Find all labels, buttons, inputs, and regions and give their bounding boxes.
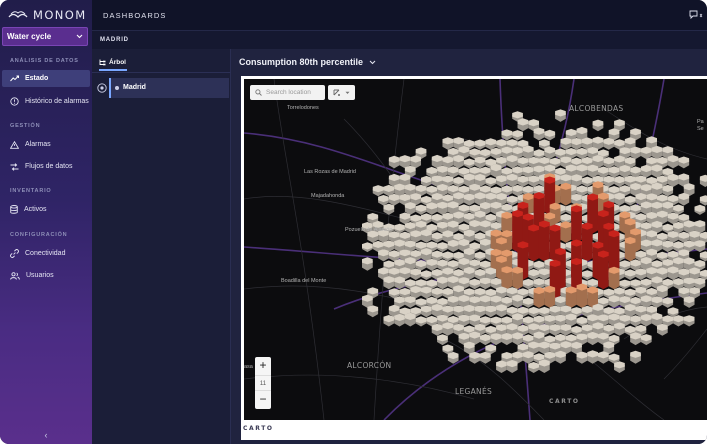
draw-tool-button[interactable] <box>328 85 355 100</box>
tree-node-madrid[interactable]: Madrid <box>97 78 229 98</box>
search-input[interactable] <box>266 89 322 96</box>
target-icon[interactable] <box>97 83 107 93</box>
sidebar-item-estado[interactable]: Estado <box>2 70 90 87</box>
breadcrumb[interactable]: MADRID <box>100 37 129 43</box>
chat-icon[interactable] <box>689 10 703 20</box>
zoom-in-button[interactable]: + <box>255 357 271 374</box>
map-label-partial: asa <box>244 364 253 370</box>
chevron-down-icon <box>76 34 83 39</box>
tree-icon <box>99 59 106 65</box>
tree-node-label: Madrid <box>123 84 146 91</box>
section-title-gestion: GESTIÓN <box>10 123 41 129</box>
section-title-analisis: ANÁLISIS DE DATOS <box>10 58 79 64</box>
sidebar: MONOM Water cycle ANÁLISIS DE DATOS Esta… <box>0 0 92 444</box>
map-label-city: ALCOBENDAS <box>569 104 624 113</box>
app-selector-label: Water cycle <box>7 32 52 41</box>
polygon-draw-icon <box>333 89 340 96</box>
map-attribution: CARTO <box>549 398 580 405</box>
map-label-partial: Se <box>697 126 704 132</box>
brand-name: MONOM <box>33 8 87 22</box>
section-title-configuracion: CONFIGURACIÓN <box>10 232 68 238</box>
sidebar-item-flujos[interactable]: Flujos de datos <box>2 158 90 175</box>
search-icon <box>255 89 262 96</box>
database-icon <box>10 205 18 214</box>
map-label-town: Torrelodones <box>287 105 319 111</box>
panel-title: Consumption 80th percentile <box>239 57 364 67</box>
sidebar-item-label: Estado <box>25 75 49 82</box>
zoom-out-button[interactable]: − <box>255 391 271 408</box>
sidebar-item-label: Alarmas <box>25 141 51 148</box>
map-canvas[interactable]: ALCOBENDAS ALCORCÓN LEGANÉS Torrelodones… <box>244 79 707 420</box>
search-location-box[interactable] <box>250 85 325 100</box>
node-bullet <box>115 86 119 90</box>
map-label-town: Pa <box>697 119 704 125</box>
top-bar: DASHBOARDS <box>92 0 707 30</box>
map-label-town: Majadahonda <box>311 193 345 199</box>
sidebar-item-alarmas[interactable]: Alarmas <box>2 136 90 153</box>
collapse-sidebar-button[interactable]: ‹ <box>40 430 52 440</box>
link-icon <box>10 249 19 258</box>
sidebar-item-label: Histórico de alarmas <box>25 98 89 105</box>
map-label-town: Las Rozas de Madrid <box>304 169 356 175</box>
map-label-city: LEGANÉS <box>455 387 493 396</box>
map-label-town: Boadilla del Monte <box>281 278 327 284</box>
breadcrumb-bar: MADRID <box>92 30 707 49</box>
flow-icon <box>10 162 19 171</box>
main-panel: Consumption 80th percentile ALCOBENDAS A… <box>231 49 707 444</box>
alarm-history-icon <box>10 97 19 106</box>
sidebar-item-label: Flujos de datos <box>25 163 73 170</box>
road-network <box>244 79 707 420</box>
page-title: DASHBOARDS <box>103 11 167 20</box>
zoom-control: + 11 − <box>255 357 271 409</box>
sidebar-item-usuarios[interactable]: Usuarios <box>2 267 90 284</box>
section-title-inventario: INVENTARIO <box>10 188 52 194</box>
users-icon <box>10 271 20 280</box>
sidebar-item-historico[interactable]: Histórico de alarmas <box>2 93 90 110</box>
chevron-down-icon <box>345 91 350 94</box>
app-window: MONOM Water cycle ANÁLISIS DE DATOS Esta… <box>0 0 707 444</box>
map-label-city: ALCORCÓN <box>347 361 392 370</box>
hex-layer <box>362 109 707 373</box>
warning-icon <box>10 140 19 149</box>
sidebar-item-conectividad[interactable]: Conectividad <box>2 245 90 262</box>
chevron-down-icon <box>369 60 376 64</box>
tab-label: Árbol <box>109 58 126 66</box>
sidebar-item-label: Conectividad <box>25 250 66 257</box>
sidebar-item-label: Usuarios <box>26 272 54 279</box>
tree-panel: Árbol Madrid <box>92 49 231 444</box>
divider <box>92 72 231 73</box>
carto-logo: CARTO <box>243 425 274 432</box>
zoom-level: 11 <box>255 375 271 391</box>
trend-icon <box>10 75 19 82</box>
sidebar-item-activos[interactable]: Activos <box>2 201 90 218</box>
app-selector[interactable]: Water cycle <box>2 27 88 46</box>
logo: MONOM <box>8 8 87 22</box>
sidebar-item-label: Activos <box>24 206 47 213</box>
panel-header[interactable]: Consumption 80th percentile <box>239 57 376 67</box>
tab-arbol[interactable]: Árbol <box>99 55 127 71</box>
map-label-town: Pozuelo de Alarcón <box>345 227 393 233</box>
logo-icon <box>8 11 28 18</box>
map-frame: ALCOBENDAS ALCORCÓN LEGANÉS Torrelodones… <box>241 76 707 440</box>
